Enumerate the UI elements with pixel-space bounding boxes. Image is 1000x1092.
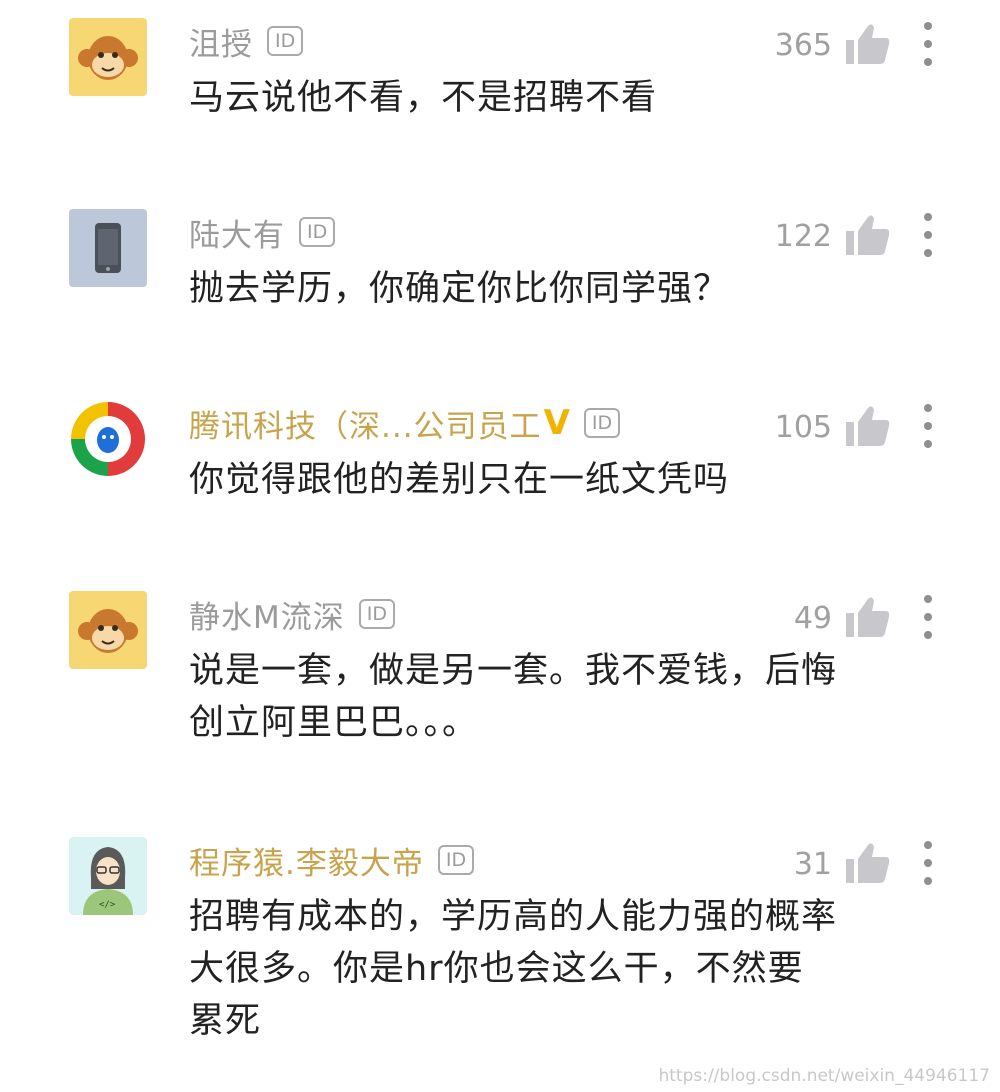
like-count: 105: [774, 409, 832, 445]
more-options-icon[interactable]: [918, 20, 938, 68]
id-badge: ID: [358, 599, 395, 629]
more-options-icon[interactable]: [918, 839, 938, 887]
name-row: 腾讯科技（深...公司员工 V ID: [189, 399, 621, 447]
thumbs-up-icon[interactable]: [844, 402, 892, 450]
username[interactable]: 腾讯科技（深...公司员工: [189, 401, 542, 446]
id-badge: ID: [437, 845, 475, 875]
avatar[interactable]: [69, 209, 147, 287]
like-count: 31: [793, 846, 832, 882]
thumbs-up-icon[interactable]: [844, 211, 892, 259]
comment-text: 说是一套，做是另一套。我不爱钱，后悔创立阿里巴巴。。。: [189, 651, 838, 743]
monkey-avatar-icon: [69, 18, 147, 96]
id-badge: ID: [299, 217, 336, 247]
like-count: 365: [774, 27, 832, 63]
coder-avatar-icon: </>: [69, 837, 147, 915]
comment-text: 招聘有成本的，学历高的人能力强的概率大很多。你是hr你也会这么干，不然要累死: [189, 897, 838, 1041]
phone-avatar-icon: [69, 209, 147, 287]
watermark: https://blog.csdn.net/weixin_44946117: [658, 1066, 990, 1086]
svg-text:</>: </>: [99, 900, 116, 910]
avatar[interactable]: [69, 18, 147, 96]
username[interactable]: 陆大有: [189, 210, 285, 255]
comment-text: 抛去学历，你确定你比你同学强？: [189, 269, 730, 309]
comment-text: 你觉得跟他的差别只在一纸文凭吗: [189, 460, 730, 500]
more-options-icon[interactable]: [918, 593, 938, 641]
verified-badge-icon: V: [543, 403, 570, 443]
username[interactable]: 沮授: [189, 19, 253, 64]
comment-text: 马云说他不看，不是招聘不看: [189, 78, 658, 118]
more-options-icon[interactable]: [918, 402, 938, 450]
thumbs-up-icon[interactable]: [844, 839, 892, 887]
tencent-avatar-icon: [69, 400, 147, 478]
id-badge: ID: [267, 26, 304, 56]
avatar[interactable]: [69, 400, 147, 478]
like-count: 122: [774, 218, 832, 254]
thumbs-up-icon[interactable]: [844, 20, 892, 68]
name-row: 静水M流深 ID: [189, 590, 395, 638]
like-count: 49: [793, 600, 832, 636]
monkey-avatar-icon: [69, 591, 147, 669]
username[interactable]: 静水M流深: [189, 592, 345, 637]
more-options-icon[interactable]: [918, 211, 938, 259]
name-row: 陆大有 ID: [189, 208, 336, 256]
thumbs-up-icon[interactable]: [844, 593, 892, 641]
id-badge: ID: [583, 408, 621, 438]
name-row: 沮授 ID: [189, 17, 304, 65]
avatar[interactable]: [69, 591, 147, 669]
name-row: 程序猿.李毅大帝 ID: [189, 836, 475, 884]
avatar[interactable]: </>: [69, 837, 147, 915]
username[interactable]: 程序猿.李毅大帝: [189, 838, 424, 883]
